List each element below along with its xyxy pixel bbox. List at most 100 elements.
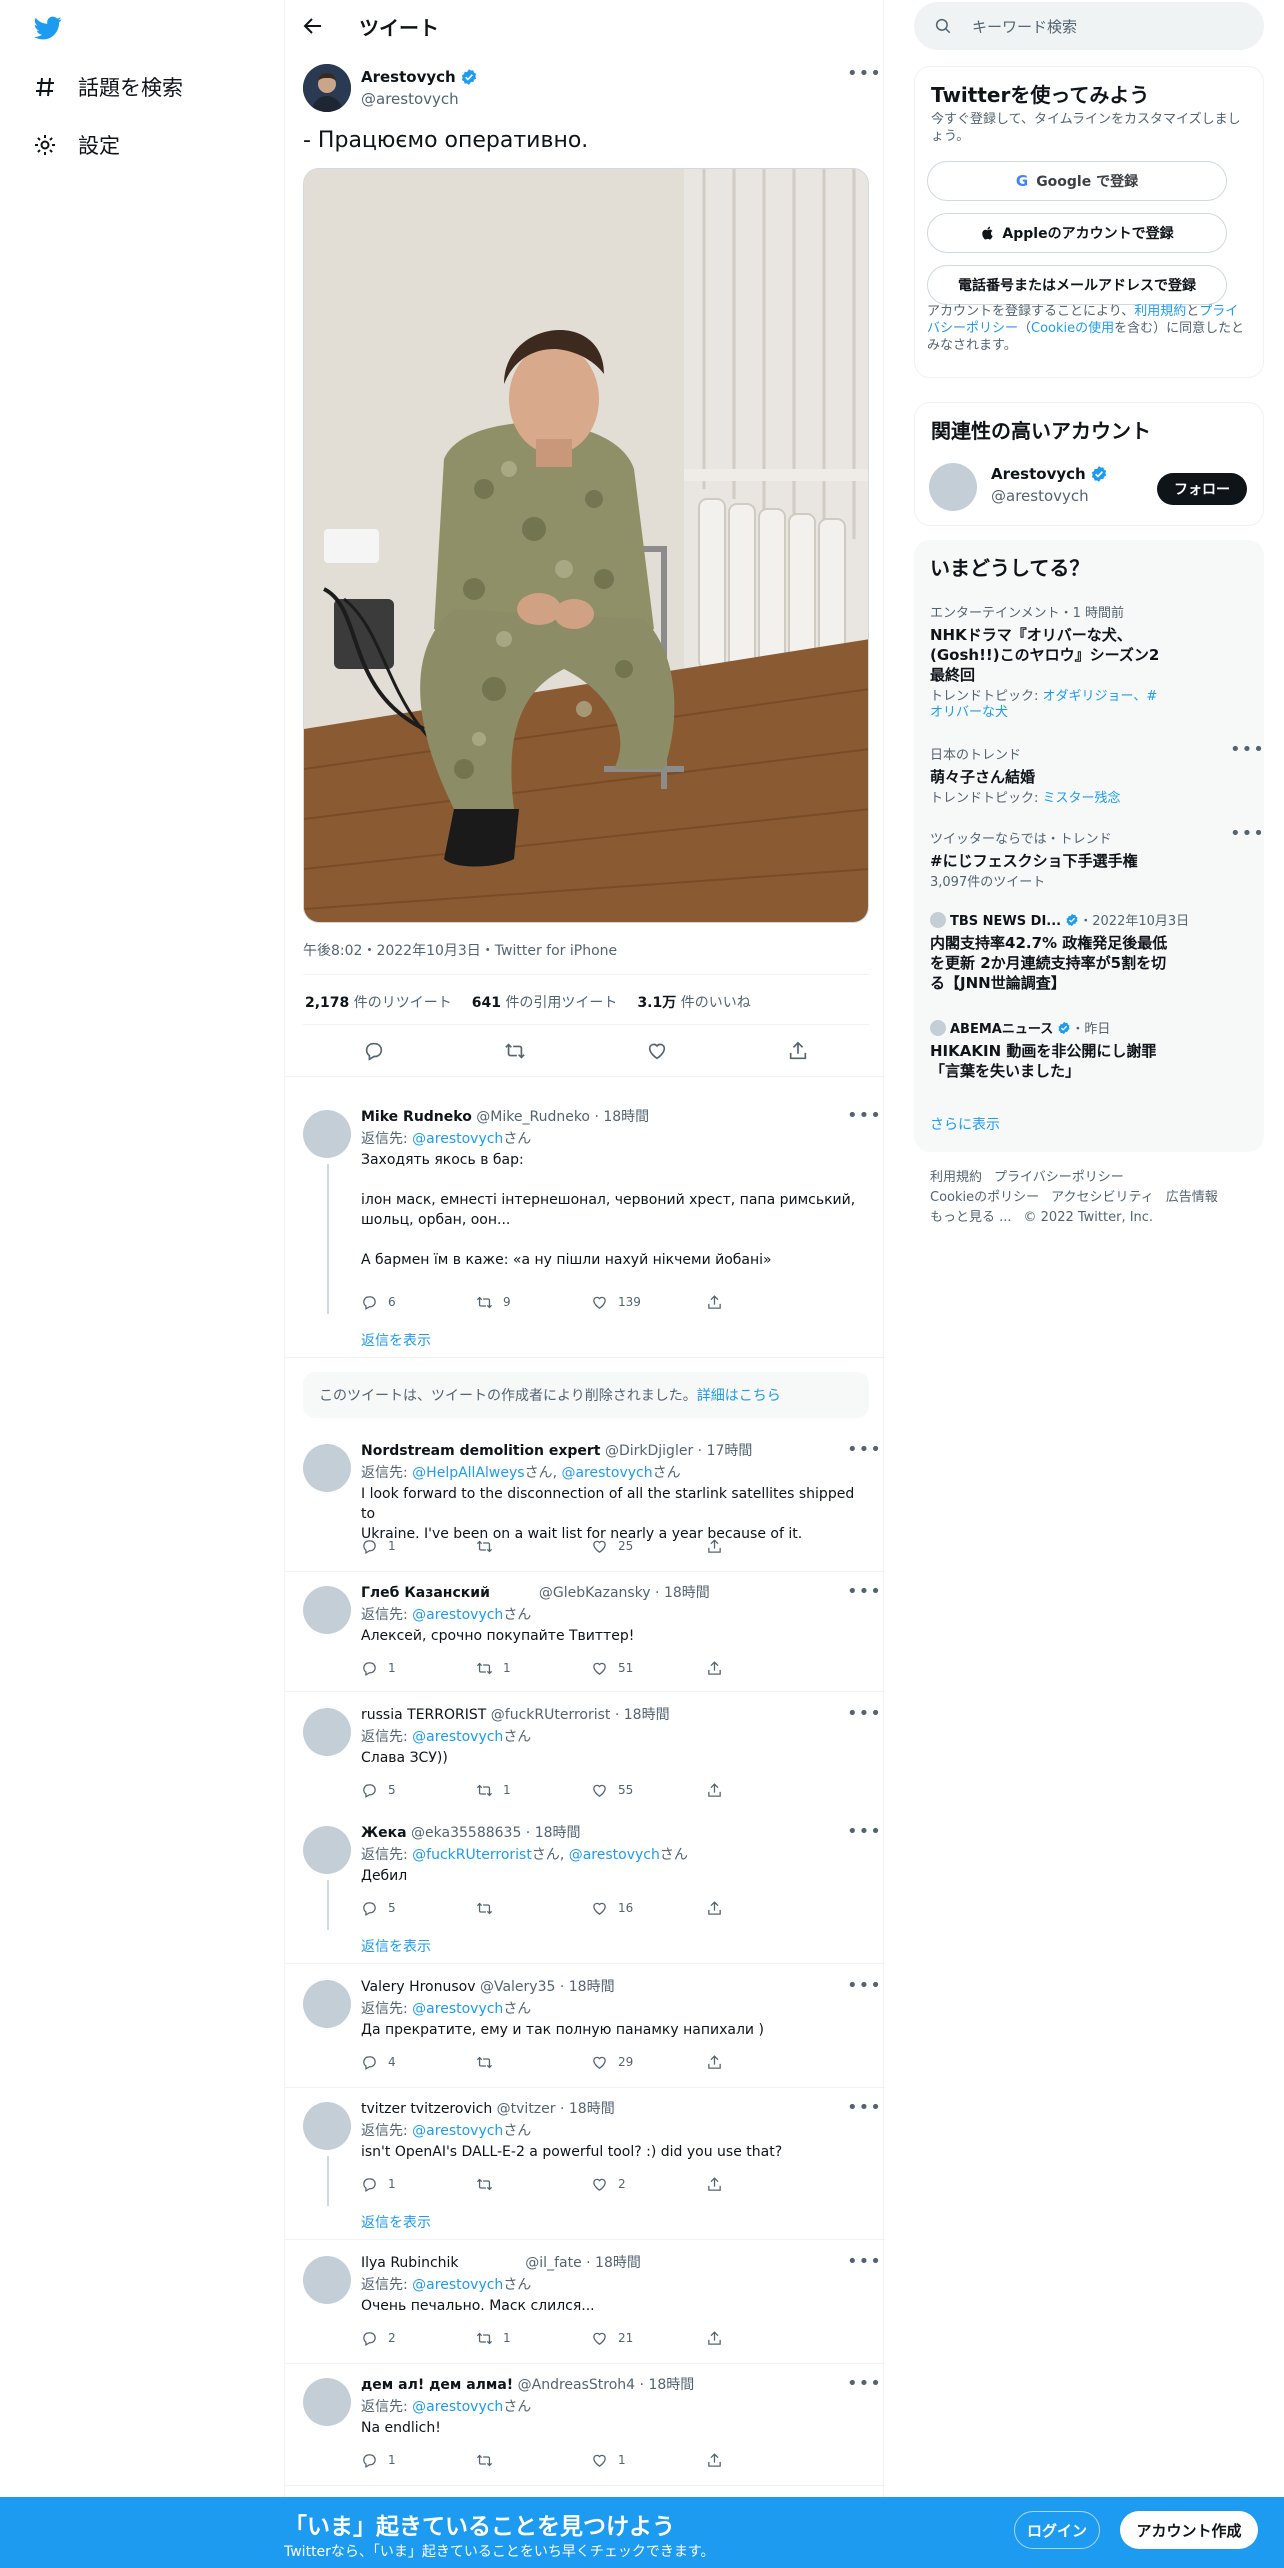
like-button[interactable]: 16 — [591, 1900, 706, 1917]
reply-avatar[interactable] — [303, 1110, 351, 1158]
reply-button[interactable]: 1 — [361, 2452, 476, 2469]
reply-avatar[interactable] — [303, 1980, 351, 2028]
reply-time[interactable]: 18時間 — [569, 2101, 615, 2117]
author-name[interactable]: Arestovych — [361, 68, 478, 86]
reply-time[interactable]: 18時間 — [535, 1825, 581, 1841]
more-options-icon[interactable]: ••• — [847, 1705, 881, 1728]
retweets-stat[interactable]: 2,178 件のリツイート — [305, 992, 452, 1012]
news-item[interactable]: ABEMAニュース ・昨日 HIKAKIN 動画を非公開にし謝罪「言葉を失いまし… — [930, 1018, 1250, 1081]
reply-to-link[interactable]: @arestovych — [412, 2277, 503, 2293]
trend-item[interactable]: 日本のトレンド 萌々子さん結婚 トレンドトピック: ミスター残念 ••• — [930, 741, 1264, 807]
share-button[interactable] — [706, 2054, 821, 2071]
like-button[interactable]: 2 — [591, 2176, 706, 2193]
learn-more-link[interactable]: 詳細はこちら — [697, 1388, 781, 1404]
reply-avatar[interactable] — [303, 2378, 351, 2426]
share-button[interactable] — [706, 1660, 821, 1677]
retweet-button[interactable]: 9 — [476, 1294, 591, 1311]
retweet-button[interactable] — [476, 2176, 591, 2193]
reply-author-handle[interactable]: @AndreasStroh4 — [518, 2377, 635, 2393]
like-button[interactable]: 25 — [591, 1538, 706, 1555]
quotes-stat[interactable]: 641 件の引用ツイート — [472, 992, 618, 1012]
more-options-icon[interactable]: ••• — [847, 2099, 881, 2122]
reply-tweet[interactable]: Mike Rudneko @Mike_Rudneko · 18時間 ••• 返信… — [285, 1100, 885, 1358]
share-icon[interactable] — [787, 1040, 809, 1062]
more-options-icon[interactable]: ••• — [847, 1107, 881, 1130]
reply-avatar[interactable] — [303, 1708, 351, 1756]
tweet-timestamp[interactable]: 午後8:02・2022年10月3日・Twitter for iPhone — [303, 940, 617, 960]
retweet-button[interactable]: 1 — [476, 2330, 591, 2347]
reply-tweet[interactable]: russia TERRORIST @fuckRUterrorist · 18時間… — [285, 1698, 885, 1814]
reply-author-handle[interactable]: @tvitzer — [497, 2101, 556, 2117]
more-options-icon[interactable]: ••• — [847, 1977, 881, 2000]
reply-author-name[interactable]: дем ал! дем алма! — [361, 2377, 513, 2393]
trend-item[interactable]: ツイッターならでは・トレンド #にじフェスクショ下手選手権 3,097件のツイー… — [930, 825, 1264, 891]
footer-more-link[interactable]: もっと見る ... — [930, 1210, 1012, 1225]
share-button[interactable] — [706, 1900, 821, 1917]
reply-author-handle[interactable]: @fuckRUterrorist — [491, 1707, 611, 1723]
share-button[interactable] — [706, 2452, 821, 2469]
more-options-icon[interactable]: ••• — [847, 2253, 881, 2276]
trend-topic-links[interactable]: ミスター残念 — [1043, 791, 1121, 806]
reply-time[interactable]: 18時間 — [624, 1707, 670, 1723]
reply-to-link[interactable]: @arestovych — [412, 2123, 503, 2139]
footer-link[interactable]: 利用規約 — [930, 1170, 982, 1185]
show-more-link[interactable]: さらに表示 — [930, 1114, 1000, 1134]
reply-author-handle[interactable]: @Mike_Rudneko — [476, 1109, 590, 1125]
likes-stat[interactable]: 3.1万 件のいいね — [637, 992, 750, 1012]
footer-link[interactable]: Cookieのポリシー — [930, 1190, 1039, 1205]
retweet-icon[interactable] — [504, 1040, 526, 1062]
trend-item[interactable]: エンターテインメント・1 時間前 NHKドラマ『オリバーな犬、(Gosh!!)こ… — [930, 602, 1250, 721]
reply-button[interactable]: 1 — [361, 1538, 476, 1555]
reply-tweet[interactable]: tvitzer tvitzerovich @tvitzer · 18時間 •••… — [285, 2092, 885, 2240]
reply-button[interactable]: 1 — [361, 1660, 476, 1677]
reply-button[interactable]: 4 — [361, 2054, 476, 2071]
reply-author-name[interactable]: Глеб Казанский — [361, 1585, 490, 1601]
nav-settings[interactable]: 設定 — [32, 130, 120, 160]
reply-to-link[interactable]: @arestovych — [412, 2001, 503, 2017]
google-signup-button[interactable]: G Google で登録 — [927, 161, 1227, 201]
reply-to-link[interactable]: @arestovych — [412, 1729, 503, 1745]
reply-tweet[interactable]: дем ал! дем алма! @AndreasStroh4 · 18時間 … — [285, 2368, 885, 2486]
reply-avatar[interactable] — [303, 1826, 351, 1874]
reply-time[interactable]: 18時間 — [664, 1585, 710, 1601]
nav-explore[interactable]: 話題を検索 — [32, 72, 183, 102]
retweet-button[interactable] — [476, 2452, 591, 2469]
reply-tweet[interactable]: Глеб Казанский @GlebKazansky · 18時間 ••• … — [285, 1576, 885, 1692]
reply-author-name[interactable]: Valery Hronusov — [361, 1979, 476, 1995]
more-options-icon[interactable]: ••• — [847, 2375, 881, 2398]
news-item[interactable]: TBS NEWS DI... ・2022年10月3日 内閣支持率42.7% 政権… — [930, 910, 1250, 993]
retweet-button[interactable] — [476, 2054, 591, 2071]
share-button[interactable] — [706, 2330, 821, 2347]
share-button[interactable] — [706, 2176, 821, 2193]
reply-button[interactable]: 5 — [361, 1782, 476, 1799]
login-button[interactable]: ログイン — [1014, 2511, 1100, 2549]
show-replies-link[interactable]: 返信を表示 — [361, 1936, 431, 1956]
more-options-icon[interactable]: ••• — [847, 1441, 881, 1464]
reply-author-handle[interactable]: @il_fate — [525, 2255, 581, 2271]
reply-to-link[interactable]: @fuckRUterrorist — [412, 1847, 532, 1863]
reply-author-name[interactable]: Ilya Rubinchik — [361, 2255, 459, 2271]
reply-to-link[interactable]: @HelpAllAlweys — [412, 1465, 524, 1481]
reply-author-name[interactable]: Mike Rudneko — [361, 1109, 472, 1125]
footer-link[interactable]: 広告情報 — [1166, 1190, 1218, 1205]
twitter-logo-icon[interactable] — [32, 14, 64, 42]
reply-time[interactable]: 17時間 — [707, 1443, 753, 1459]
share-button[interactable] — [706, 1294, 821, 1311]
reply-tweet[interactable]: Жека @eka35588635 · 18時間 ••• 返信先: @fuckR… — [285, 1816, 885, 1964]
more-options-icon[interactable]: ••• — [1230, 825, 1264, 848]
reply-button[interactable]: 5 — [361, 1900, 476, 1917]
show-replies-link[interactable]: 返信を表示 — [361, 2212, 431, 2232]
reply-to-link[interactable]: @arestovych — [412, 2399, 503, 2415]
like-button[interactable]: 1 — [591, 2452, 706, 2469]
signup-button[interactable]: アカウント作成 — [1120, 2511, 1258, 2549]
reply-tweet[interactable]: Ilya Rubinchik @il_fate · 18時間 ••• 返信先: … — [285, 2246, 885, 2364]
reply-tweet[interactable]: Valery Hronusov @Valery35 · 18時間 ••• 返信先… — [285, 1970, 885, 2088]
reply-tweet[interactable]: Nordstream demolition expert @DirkDjigle… — [285, 1434, 885, 1572]
like-button[interactable]: 139 — [591, 1294, 706, 1311]
retweet-button[interactable] — [476, 1900, 591, 1917]
more-options-icon[interactable]: ••• — [847, 65, 881, 88]
search-box[interactable]: キーワード検索 — [914, 2, 1264, 50]
like-button[interactable]: 29 — [591, 2054, 706, 2071]
reply-icon[interactable] — [363, 1040, 385, 1062]
reply-to-link[interactable]: @arestovych — [412, 1607, 503, 1623]
